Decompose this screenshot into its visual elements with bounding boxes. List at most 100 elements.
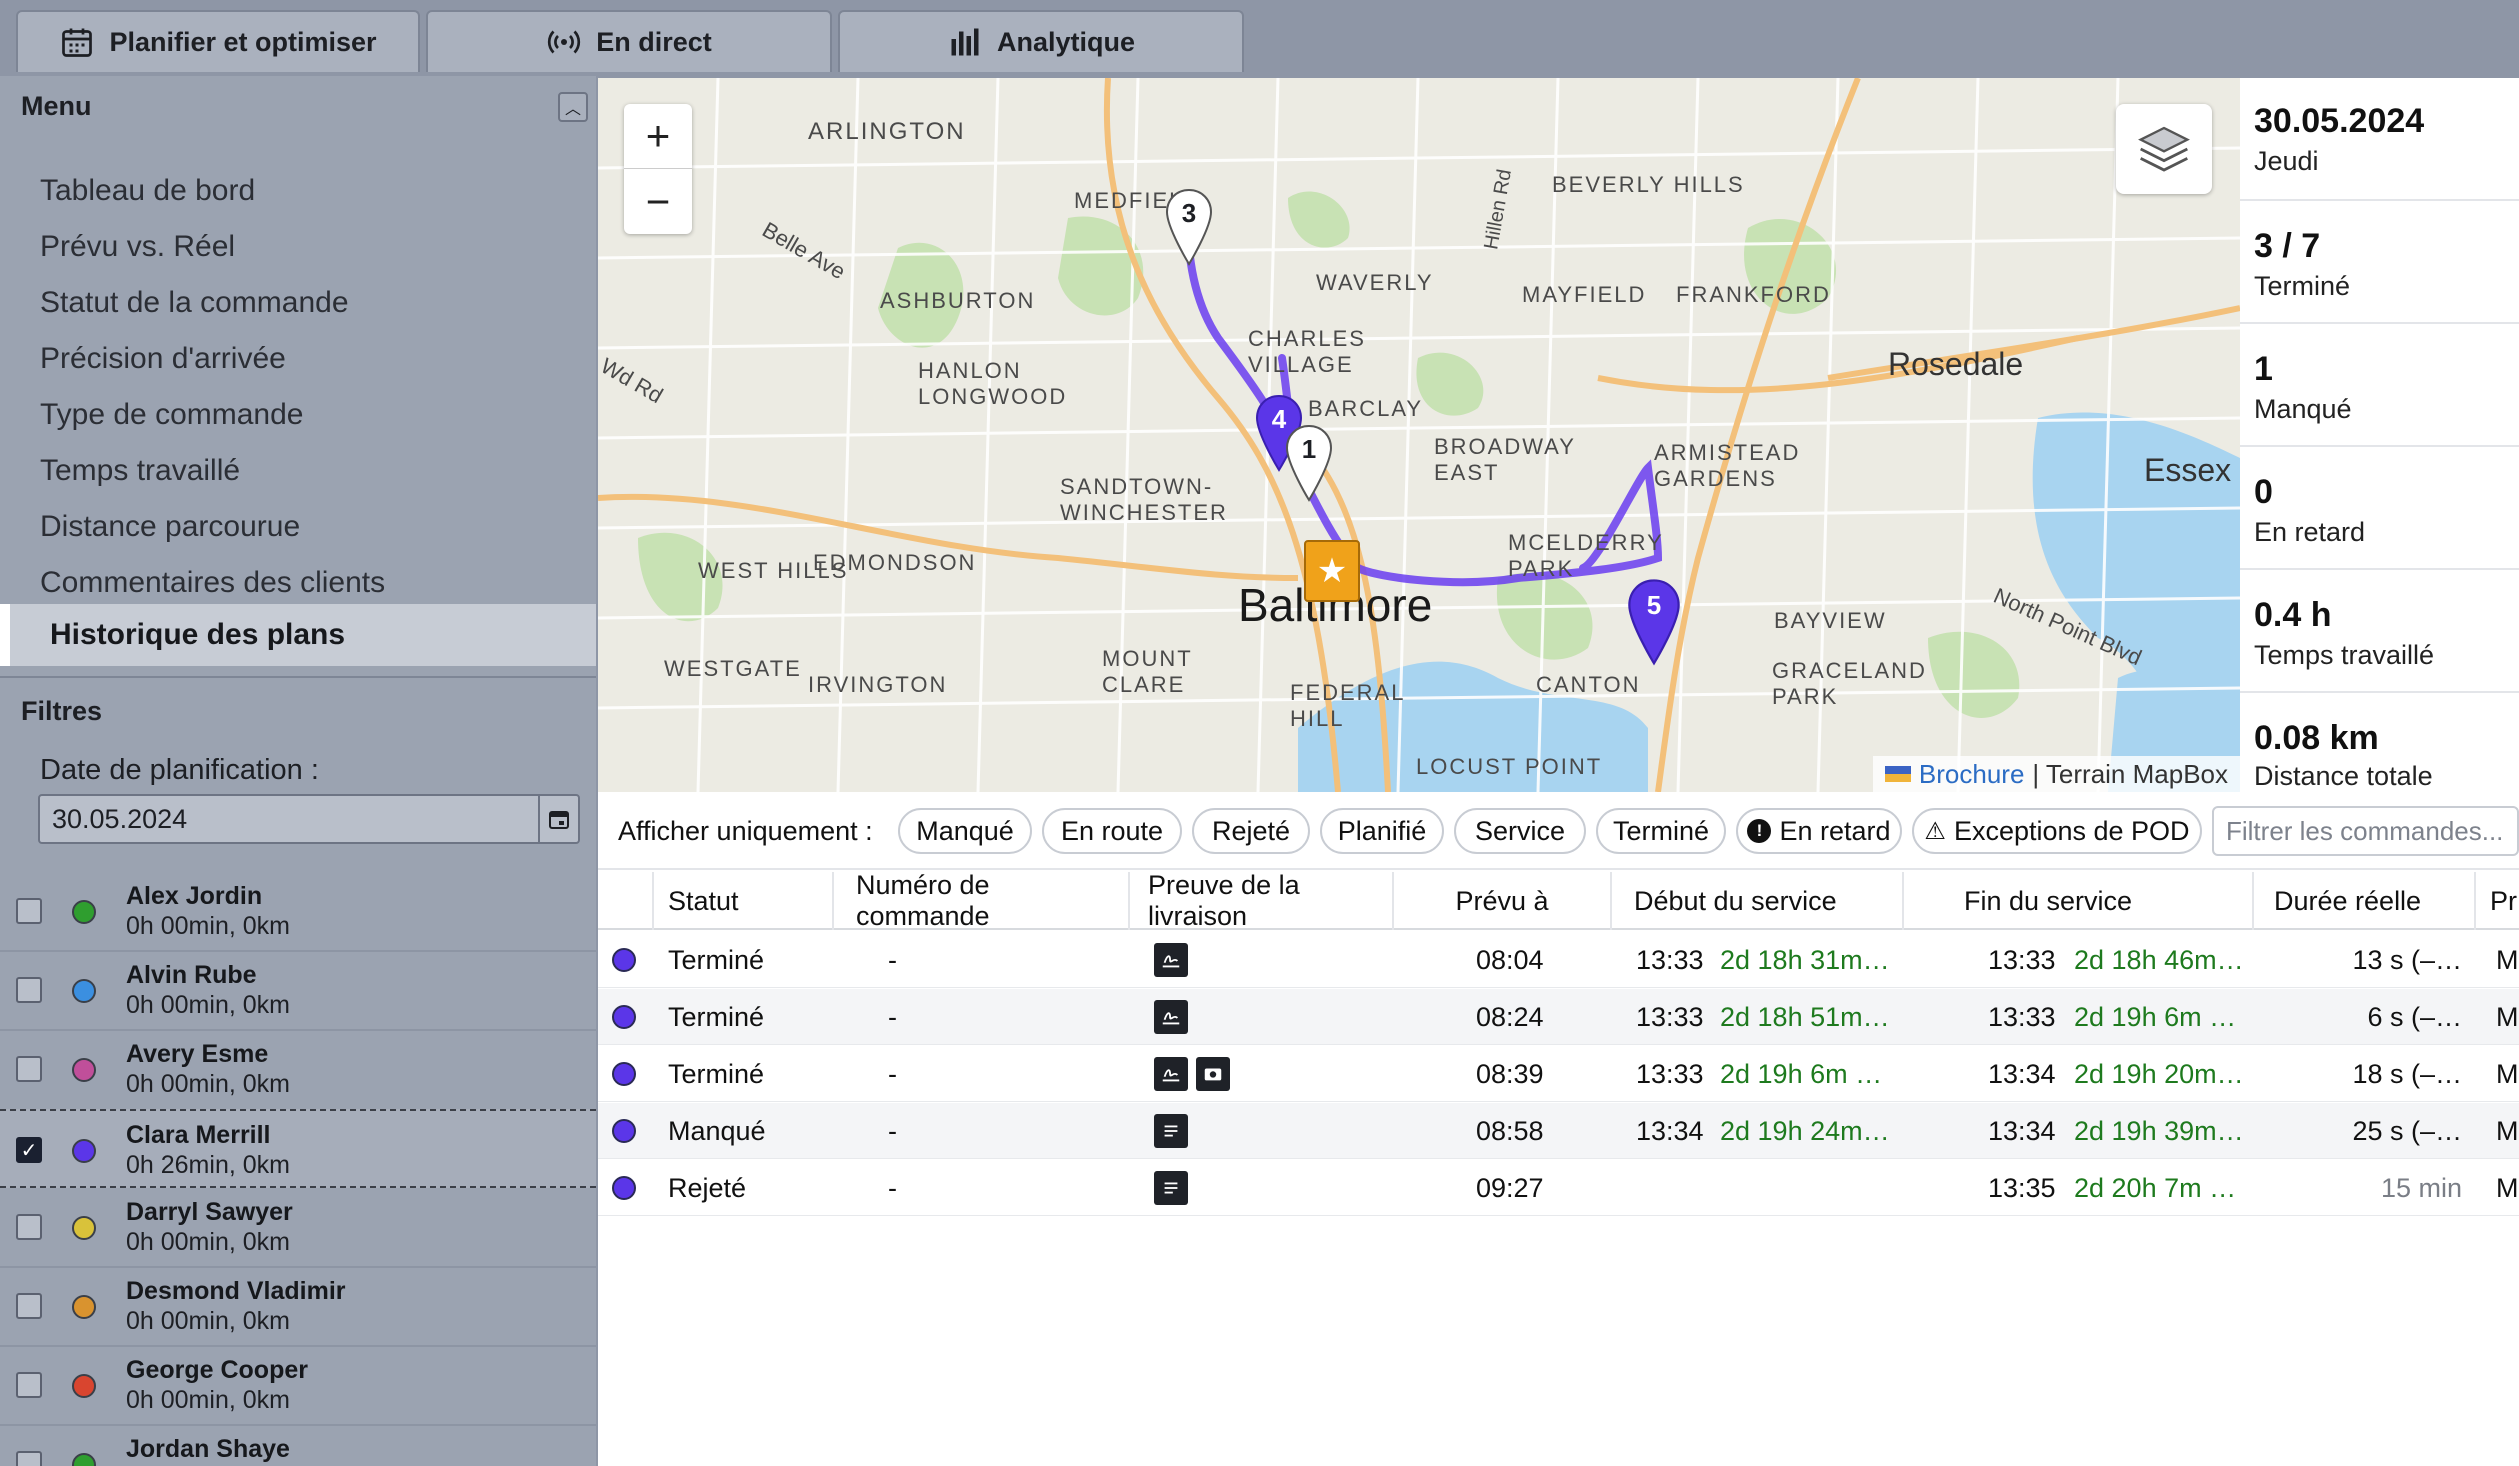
map-label: Rosedale [1888,346,2024,382]
filter-chip-missed[interactable]: Manqué [898,808,1032,854]
service-start-delay: 2d 19h 24m… [1720,1115,1890,1146]
tab-live[interactable]: En direct [426,10,832,72]
driver-checkbox[interactable] [16,898,42,924]
filter-chip-service[interactable]: Service [1454,808,1586,854]
pod-signature-icon[interactable] [1154,1000,1188,1034]
map-attribution: Brochure | Terrain MapBox [1872,756,2240,792]
map-label: Essex [2144,452,2232,488]
pod-signature-icon[interactable] [1154,943,1188,977]
tab-analytics[interactable]: Analytique [838,10,1244,72]
zoom-out-button[interactable]: − [624,169,692,234]
menu-item-order-status[interactable]: Statut de la commande [40,286,349,320]
driver-checkbox[interactable] [16,977,42,1003]
menu-item-arrival-accuracy[interactable]: Précision d'arrivée [40,342,286,376]
planning-date-input[interactable]: 30.05.2024 [38,794,580,844]
table-row[interactable]: Terminé - 08:04 13:33 2d 18h 31m… 13:33 2d 18h… [598,932,2519,988]
map-label: MOUNT CLARE [1102,646,1193,697]
menu-item-time-worked[interactable]: Temps travaillé [40,454,240,488]
driver-checkbox[interactable] [16,1372,42,1398]
planning-date-label: Date de planification : [40,754,319,786]
filter-chip-pod-exceptions[interactable]: ⚠ Exceptions de POD [1912,808,2202,854]
filter-chip-completed[interactable]: Terminé [1596,808,1726,854]
pod-note-icon[interactable] [1154,1114,1188,1148]
column-service-end[interactable]: Fin du service [1904,872,2254,930]
column-service-start[interactable]: Début du service [1612,872,1904,930]
table-row[interactable]: Manqué - 08:58 13:34 2d 19h 24m… 13:34 2d 19h … [598,1103,2519,1159]
route-map[interactable]: ARLINGTON MEDFIELD BEVERLY HILLS ASHBURT… [598,78,2240,792]
brochure-link[interactable]: Brochure [1919,759,2025,790]
service-end-delay: 2d 19h 6m … [2074,1001,2237,1032]
driver-row[interactable]: Desmond Vladimir 0h 00min, 0km [0,1267,596,1346]
chip-label: Planifié [1337,815,1427,846]
column-planned-at[interactable]: Prévu à [1394,872,1612,930]
map-layers-button[interactable] [2116,104,2212,194]
driver-name: Desmond Vladimir [126,1277,346,1305]
table-row[interactable]: Rejeté - 09:27 13:35 2d 20h 7m … 15 min M [598,1160,2519,1216]
driver-row[interactable]: Alex Jordin 0h 00min, 0km [0,872,596,951]
top-tab-bar: Planifier et optimiser En direct Analyti… [0,0,2519,76]
stat-label: Distance totale [2254,761,2433,791]
stat-value: 0.08 km [2254,719,2379,757]
menu-item-customer-feedback[interactable]: Commentaires des clients [40,566,385,600]
column-actual-duration[interactable]: Durée réelle [2254,872,2476,930]
stat-label: Jeudi [2254,146,2319,176]
map-label: HANLON LONGWOOD [918,358,1068,409]
driver-checkbox[interactable]: ✓ [16,1137,42,1163]
bar-chart-icon [951,28,979,56]
menu-item-distance-traveled[interactable]: Distance parcourue [40,510,300,544]
route-stop-marker[interactable]: 1 [1284,424,1334,509]
route-stop-marker[interactable]: 3 [1164,188,1214,273]
route-stop-marker[interactable]: 5 [1626,578,1682,673]
broadcast-icon [548,30,581,54]
pod-signature-icon[interactable] [1154,1057,1188,1091]
driver-row[interactable]: Alvin Rube 0h 00min, 0km [0,951,596,1030]
filter-chip-en-route[interactable]: En route [1042,808,1182,854]
proof-of-delivery [1154,1160,1196,1216]
order-status: Manqué [668,1115,766,1146]
zoom-in-button[interactable]: + [624,104,692,169]
column-status[interactable]: Statut [654,872,834,930]
chip-label: Rejeté [1211,815,1291,846]
orders-table-header: Statut Numéro de commande Preuve de la l… [598,870,2519,931]
driver-name: Clara Merrill [126,1121,271,1149]
driver-row[interactable]: George Cooper 0h 00min, 0km [0,1346,596,1425]
table-row[interactable]: Terminé - 08:39 13:33 2d 19h 6m … 13:34 2d 19h… [598,1046,2519,1102]
filter-chip-rejected[interactable]: Rejeté [1192,808,1310,854]
service-start-time: 13:33 [1636,1001,1704,1032]
filters-title: Filtres [21,696,103,726]
driver-row[interactable]: Jordan Shaye0h 00min, 0km [0,1425,596,1466]
driver-checkbox[interactable] [16,1451,42,1466]
table-row[interactable]: Terminé - 08:24 13:33 2d 18h 51m… 13:33 2d 19h… [598,989,2519,1045]
driver-name: Darryl Sawyer [126,1198,293,1226]
tab-plan-optimize[interactable]: Planifier et optimiser [16,10,420,72]
pod-note-icon[interactable] [1154,1171,1188,1205]
chip-label: Terminé [1612,815,1710,846]
column-order-number[interactable]: Numéro de commande [834,870,1130,931]
chip-label: En route [1060,815,1164,846]
depot-star-icon[interactable]: ★ [1304,540,1360,602]
collapse-menu-button[interactable]: ︿ [558,92,588,122]
menu-item-plan-history[interactable]: Historique des plans [0,604,596,666]
column-truncated[interactable]: Pr [2476,872,2519,930]
filter-chip-planned[interactable]: Planifié [1320,808,1444,854]
driver-row[interactable]: Avery Esme 0h 00min, 0km [0,1030,596,1109]
filter-chip-late[interactable]: ! En retard [1736,808,1902,854]
driver-checkbox[interactable] [16,1056,42,1082]
date-picker-button[interactable] [538,796,578,842]
driver-checkbox[interactable] [16,1293,42,1319]
column-proof-of-delivery[interactable]: Preuve de la livraison [1130,870,1394,931]
driver-row[interactable]: ✓ Clara Merrill 0h 26min, 0km [0,1109,596,1188]
menu-item-planned-vs-actual[interactable]: Prévu vs. Réel [40,230,235,264]
pod-photo-icon[interactable] [1196,1057,1230,1091]
status-dot [612,1005,636,1029]
sidebar: Menu ︿ Tableau de bord Prévu vs. Réel St… [0,76,596,1466]
stat-missed: 1 Manqué [2240,324,2519,447]
order-number: - [888,944,897,975]
menu-item-dashboard[interactable]: Tableau de bord [40,174,255,208]
driver-checkbox[interactable] [16,1214,42,1240]
menu-item-order-type[interactable]: Type de commande [40,398,303,432]
stat-label: Manqué [2254,394,2352,424]
driver-row[interactable]: Darryl Sawyer 0h 00min, 0km [0,1188,596,1267]
truncated-cell: M [2496,944,2519,975]
order-filter-input[interactable]: Filtrer les commandes... [2212,806,2519,856]
